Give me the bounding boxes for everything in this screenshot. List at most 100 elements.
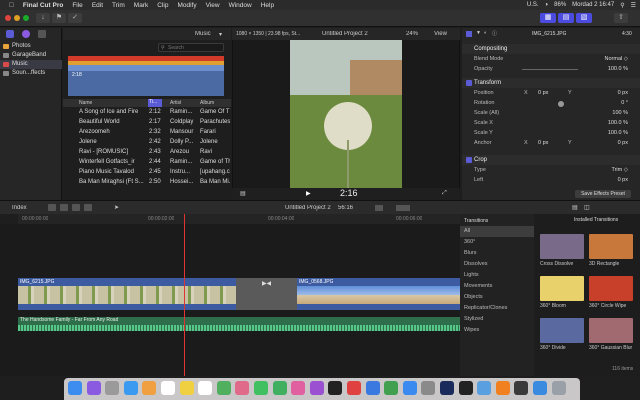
select-tool-icon[interactable]: ➤ [114,204,119,211]
transition-thumb[interactable] [589,276,633,301]
list-item[interactable]: Ba Man Miraghsi (Ft S... 2:50 Hossei... Ba … [63,177,231,187]
menu-mark[interactable]: Mark [134,2,148,9]
category-wipes[interactable]: Wipes [460,325,534,336]
position-row[interactable]: Position X 0 px Y 0 px [462,89,640,98]
transition-thumb[interactable] [540,234,584,259]
share-icon[interactable]: ⇧ [614,13,628,23]
category-movements[interactable]: Movements [460,281,534,292]
maps-icon[interactable] [216,381,231,395]
category-stylized[interactable]: Stylized [460,314,534,325]
zoom-menu[interactable]: 24% [406,31,418,37]
video-clip-2[interactable]: IMG_0568.JPG [297,278,460,310]
photoshop-icon[interactable] [440,381,454,395]
transition-gap[interactable]: ▶◀ [236,278,297,310]
opacity-row[interactable]: Opacity 100.0 % [462,65,640,74]
itunes-icon[interactable] [291,381,306,395]
clock[interactable]: Mordad 2 16:47 [572,2,614,8]
menu-file[interactable]: File [72,2,82,9]
photos-icon[interactable] [142,381,157,395]
filter-icon[interactable]: ▼ [476,30,481,36]
viewer-options-icon[interactable]: ▤ [240,190,246,197]
video-inspector-tab-icon[interactable] [466,31,472,37]
titles-tab-icon[interactable] [38,30,46,38]
menu-window[interactable]: Window [229,2,252,9]
list-item[interactable]: A Song of Ice and Fire 2:12 Ramin... Game O… [63,107,231,117]
transition-thumb[interactable] [589,318,633,343]
blend-mode-row[interactable]: Blend Mode Normal ◇ [462,55,640,64]
info-inspector-icon[interactable]: ⓘ [492,30,497,37]
menu-clip[interactable]: Clip [157,2,168,9]
clip-appearance-icon[interactable] [375,205,383,211]
menu-list-icon[interactable]: ☰ [631,2,636,9]
folder-icon[interactable] [533,381,547,395]
play-icon[interactable]: ▶ [306,190,311,197]
list-item[interactable]: Piano Music Tavalod 2:45 Instru... [upahang… [63,167,231,177]
insert-clip-icon[interactable] [60,204,68,211]
category-objects[interactable]: Objects [460,292,534,303]
numbers-icon[interactable] [384,381,399,395]
menu-app-name[interactable]: Final Cut Pro [23,2,63,9]
inspector-toggle-icon[interactable]: ▧ [576,13,592,23]
photos-app-icon[interactable] [235,381,250,395]
final-cut-icon[interactable] [514,381,529,395]
finder-icon[interactable] [68,381,82,395]
search-icon[interactable]: ⚲ [620,2,624,9]
audio-clip[interactable]: The Handsome Family - Far From Any Road [18,317,460,331]
libraries-tab-icon[interactable] [6,30,14,38]
zoom-slider-icon[interactable] [396,205,410,211]
category-dissolves[interactable]: Dissolves [460,259,534,270]
keywords-icon[interactable]: ⚑ [52,13,66,23]
crop-type-row[interactable]: Type Trim ◇ [462,166,640,175]
sidebar-item-sound-effects[interactable]: Soun...ffects [0,69,62,78]
crop-section[interactable]: Crop [462,155,640,165]
menu-edit[interactable]: Edit [92,2,103,9]
effects-browser-icon[interactable]: ▤ [572,204,578,211]
safari-icon[interactable] [123,381,138,395]
battery-percent[interactable]: 86% [554,2,566,8]
list-item[interactable]: Ravi - [ROMUSIC] 2:43 Arezou Ravi [63,147,231,157]
category-360[interactable]: 360° [460,237,534,248]
keynote-icon[interactable] [365,381,380,395]
color-inspector-icon[interactable]: ◐ [484,30,487,36]
chevron-down-icon[interactable]: ▾ [219,31,222,38]
menu-trim[interactable]: Trim [112,2,125,9]
terminal-icon[interactable] [458,381,473,395]
menu-modify[interactable]: Modify [177,2,196,9]
apple-icon[interactable]:  [9,2,14,9]
video-clip-1[interactable]: IMG_6215.JPG [18,278,236,310]
scale-y-row[interactable]: Scale Y 100.0 % [462,129,640,138]
rotation-row[interactable]: Rotation 0 ° [462,99,640,108]
sidebar-item-photos[interactable]: Photos [0,42,62,51]
category-lights[interactable]: Lights [460,270,534,281]
list-item[interactable]: Winterfell Gotfacts_ir 2:44 Ramin... Game o… [63,157,231,167]
category-blurs[interactable]: Blurs [460,248,534,259]
close-window-button[interactable] [5,15,11,21]
notes-icon[interactable] [179,381,194,395]
compositing-section[interactable]: Compositing [462,44,640,54]
timeline-toggle-icon[interactable]: ▤ [558,13,574,23]
preview-icon[interactable] [477,381,492,395]
timeline-ruler[interactable]: 00:00:00:00 00:00:02:00 00:00:04:00 00:0… [18,214,460,224]
locale-indicator[interactable]: U.S. [527,2,539,8]
vlc-icon[interactable] [495,381,510,395]
transitions-browser-icon[interactable]: ◫ [584,204,590,211]
rotation-dial[interactable] [558,101,564,107]
news-icon[interactable] [347,381,361,395]
index-button[interactable]: Index [12,205,27,211]
column-name[interactable]: Name [79,100,92,106]
column-artist[interactable]: Artist [170,100,181,106]
search-input[interactable]: ⚲ Search [158,43,224,52]
connect-clip-icon[interactable] [48,204,56,211]
column-album[interactable]: Album [200,100,214,106]
scale-all-row[interactable]: Scale (All) 100 % [462,109,640,118]
view-menu[interactable]: View [434,31,447,37]
browser-toggle-icon[interactable]: ▦ [540,13,556,23]
launchpad-icon[interactable] [105,381,120,395]
menu-help[interactable]: Help [261,2,274,9]
scale-x-row[interactable]: Scale X 100.0 % [462,119,640,128]
reminders-icon[interactable] [198,381,213,395]
calendar-icon[interactable] [161,381,175,395]
waveform-thumbnail[interactable]: 2:18 [68,56,224,96]
siri-icon[interactable] [86,381,101,395]
fullscreen-icon[interactable]: ⤢ [442,190,447,197]
